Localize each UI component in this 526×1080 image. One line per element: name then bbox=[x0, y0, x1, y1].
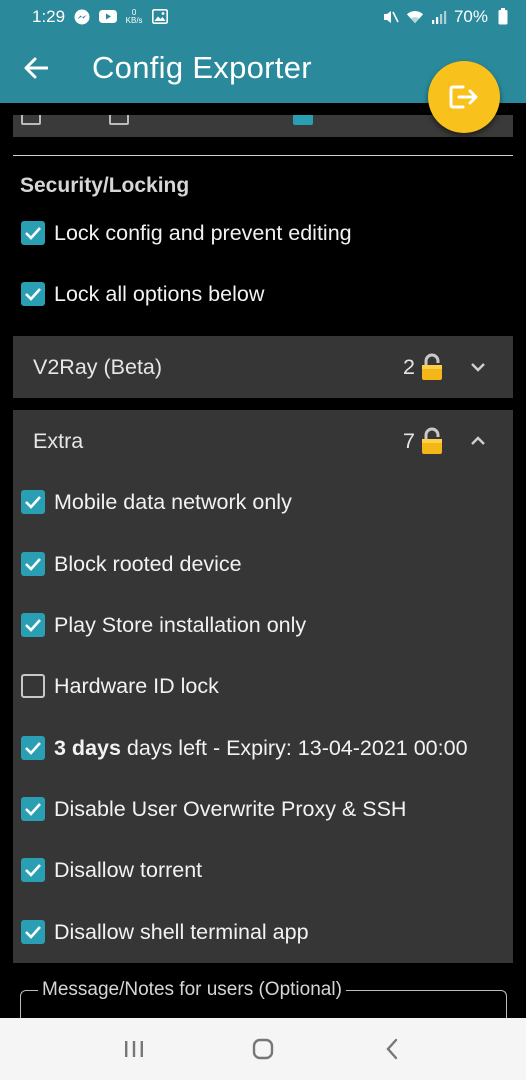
v2ray-lock-count: 2 bbox=[403, 354, 415, 379]
disallow-shell-checkbox[interactable]: Disallow shell terminal app bbox=[21, 912, 309, 952]
block-rooted-label: Block rooted device bbox=[54, 551, 242, 576]
v2ray-panel-title: V2Ray (Beta) bbox=[33, 354, 163, 379]
extra-panel-title: Extra bbox=[33, 428, 84, 453]
signal-icon bbox=[430, 9, 448, 25]
gallery-icon bbox=[151, 9, 169, 25]
disable-overwrite-label: Disable User Overwrite Proxy & SSH bbox=[54, 796, 407, 821]
checkbox-unchecked bbox=[21, 674, 45, 698]
section-title-security: Security/Locking bbox=[20, 174, 190, 197]
back-nav-button[interactable] bbox=[362, 1024, 422, 1074]
lock-config-label: Lock config and prevent editing bbox=[54, 220, 352, 245]
lock-all-checkbox[interactable]: Lock all options below bbox=[21, 274, 264, 314]
checkbox-checked bbox=[21, 221, 45, 245]
lock-icon bbox=[421, 427, 443, 455]
cut-checkbox-3 bbox=[293, 115, 313, 125]
checkbox-checked bbox=[21, 858, 45, 882]
disable-overwrite-checkbox[interactable]: Disable User Overwrite Proxy & SSH bbox=[21, 789, 406, 829]
expiry-text: days left - Expiry: 13-04-2021 00:00 bbox=[126, 735, 468, 760]
back-button[interactable] bbox=[0, 33, 72, 103]
app-title: Config Exporter bbox=[92, 50, 312, 85]
battery-percent: 70% bbox=[453, 6, 488, 26]
cut-checkbox-2 bbox=[109, 115, 129, 125]
chevron-down-icon[interactable] bbox=[443, 336, 513, 398]
lock-config-checkbox[interactable]: Lock config and prevent editing bbox=[21, 213, 352, 253]
hardware-id-lock-checkbox[interactable]: Hardware ID lock bbox=[21, 666, 219, 706]
wifi-icon bbox=[406, 9, 424, 25]
content-scroll[interactable]: Security/Locking Lock config and prevent… bbox=[0, 103, 526, 1018]
home-icon bbox=[252, 1038, 274, 1060]
play-store-only-label: Play Store installation only bbox=[54, 612, 307, 637]
v2ray-panel: V2Ray (Beta) 2 bbox=[13, 336, 513, 398]
home-button[interactable] bbox=[233, 1024, 293, 1074]
extra-panel-header[interactable]: Extra 7 bbox=[13, 410, 513, 472]
checkbox-checked bbox=[21, 920, 45, 944]
disallow-torrent-checkbox[interactable]: Disallow torrent bbox=[21, 850, 202, 890]
messenger-icon bbox=[73, 9, 91, 25]
youtube-icon bbox=[99, 9, 118, 25]
status-bar: 1:29 0 KB/s 70% bbox=[0, 0, 526, 33]
chevron-up-icon[interactable] bbox=[443, 410, 513, 472]
lock-all-label: Lock all options below bbox=[54, 281, 265, 306]
checkbox-checked bbox=[21, 282, 45, 306]
lock-icon bbox=[421, 353, 443, 381]
checkbox-checked bbox=[21, 552, 45, 576]
extra-lock-count: 7 bbox=[403, 428, 415, 453]
divider bbox=[13, 155, 513, 156]
play-store-only-checkbox[interactable]: Play Store installation only bbox=[21, 605, 306, 645]
expiry-label: 3 days days left - Expiry: 13-04-2021 00… bbox=[54, 736, 468, 761]
export-fab-button[interactable] bbox=[428, 61, 500, 133]
v2ray-panel-header[interactable]: V2Ray (Beta) 2 bbox=[13, 336, 513, 398]
mute-icon bbox=[382, 9, 400, 25]
mobile-data-only-checkbox[interactable]: Mobile data network only bbox=[21, 482, 292, 522]
mobile-data-only-label: Mobile data network only bbox=[54, 489, 292, 514]
arrow-back-icon bbox=[24, 57, 48, 79]
checkbox-checked bbox=[21, 613, 45, 637]
checkbox-checked bbox=[21, 736, 45, 760]
export-icon bbox=[449, 85, 478, 109]
expiry-days: 3 days bbox=[54, 735, 121, 760]
disallow-torrent-label: Disallow torrent bbox=[54, 857, 203, 882]
recent-apps-button[interactable] bbox=[104, 1024, 164, 1074]
disallow-shell-label: Disallow shell terminal app bbox=[54, 919, 309, 944]
cut-checkbox-1 bbox=[21, 115, 41, 125]
network-speed: 0 KB/s bbox=[125, 8, 143, 25]
message-notes-label: Message/Notes for users (Optional) bbox=[38, 979, 346, 1001]
speed-unit: KB/s bbox=[125, 15, 143, 25]
battery-icon bbox=[494, 8, 512, 25]
expiry-checkbox[interactable]: 3 days days left - Expiry: 13-04-2021 00… bbox=[21, 728, 468, 768]
checkbox-checked bbox=[21, 797, 45, 821]
hardware-id-lock-label: Hardware ID lock bbox=[54, 673, 219, 698]
checkbox-checked bbox=[21, 490, 45, 514]
back-nav-icon bbox=[386, 1038, 397, 1060]
recent-apps-icon bbox=[125, 1041, 144, 1057]
status-time: 1:29 bbox=[32, 6, 66, 26]
navigation-bar bbox=[0, 1018, 526, 1080]
block-rooted-checkbox[interactable]: Block rooted device bbox=[21, 544, 242, 584]
